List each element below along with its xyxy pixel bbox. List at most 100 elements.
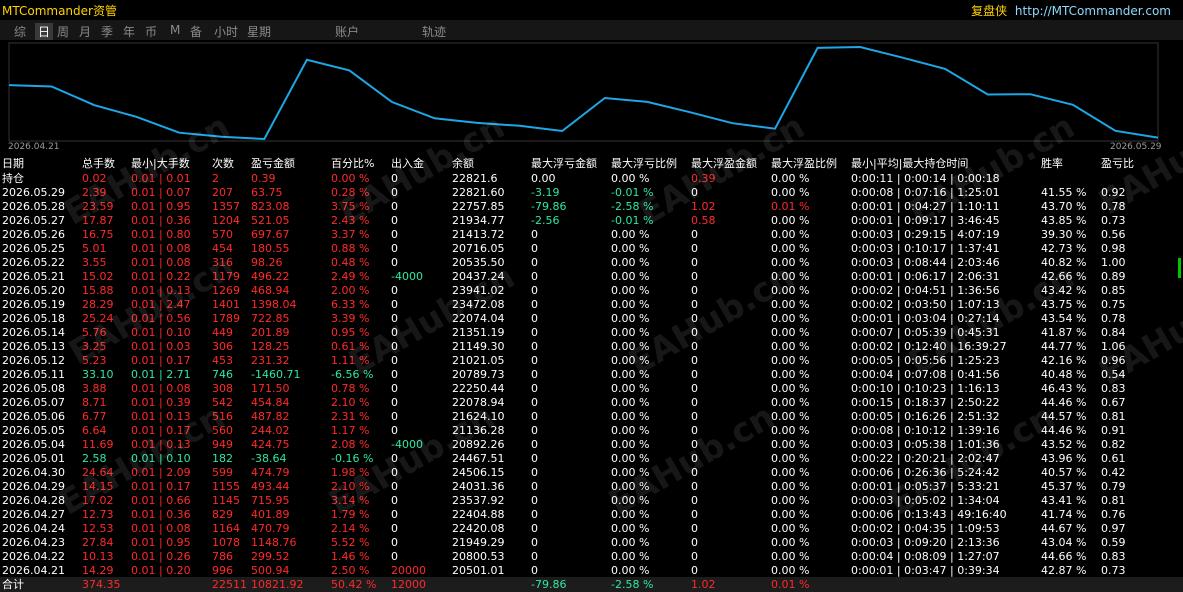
cell-max_flp: 0.00 % xyxy=(611,536,650,549)
cell-date: 持仓 xyxy=(2,172,24,185)
tab-5[interactable]: 年 xyxy=(123,23,135,40)
table-row[interactable]: 2026.05.11 33.10 0.01 | 2.71 746 -1460.71 -6.… xyxy=(0,368,1183,382)
cell-date: 2026.04.22 xyxy=(2,550,65,563)
cell-max_fl: 0 xyxy=(531,256,538,269)
column-header[interactable]: 最大浮亏金额 xyxy=(531,156,597,172)
cell-balance: 21136.28 xyxy=(452,424,505,437)
column-header[interactable]: 次数 xyxy=(212,156,234,172)
column-header[interactable]: 盈亏金额 xyxy=(251,156,295,172)
table-row[interactable]: 2026.05.07 8.71 0.01 | 0.39 542 454.84 2.10 %… xyxy=(0,396,1183,410)
cell-pnl: 823.08 xyxy=(251,200,290,213)
cell-max_flp: 0.00 % xyxy=(611,284,650,297)
table-row[interactable]: 2026.05.25 5.01 0.01 | 0.08 454 180.55 0.88 %… xyxy=(0,242,1183,256)
tab-3[interactable]: 月 xyxy=(79,23,91,40)
table-row[interactable]: 2026.04.24 12.53 0.01 | 0.08 1164 470.79 2.14… xyxy=(0,522,1183,536)
cell-pct: 3.14 % xyxy=(331,494,370,507)
table-row[interactable]: 2026.04.22 10.13 0.01 | 0.26 786 299.52 1.46 … xyxy=(0,550,1183,564)
column-header[interactable]: 最小|大手数 xyxy=(131,156,190,172)
equity-line xyxy=(8,45,1159,141)
cell-balance: 21149.30 xyxy=(452,340,505,353)
cell-minmax: 0.01 | 2.71 xyxy=(131,368,191,381)
table-row[interactable]: 2026.04.23 27.84 0.01 | 0.95 1078 1148.76 5.5… xyxy=(0,536,1183,550)
column-header[interactable]: 出入金 xyxy=(391,156,424,172)
tab-10[interactable]: 星期 xyxy=(247,23,271,40)
cell-count: 516 xyxy=(212,410,233,423)
cell-flow: 0 xyxy=(391,172,398,185)
cell-max_fp: 0 xyxy=(691,242,698,255)
table-row[interactable]: 2026.04.30 24.64 0.01 | 2.09 599 474.79 1.98 … xyxy=(0,466,1183,480)
cell-lots: 3.88 xyxy=(82,382,107,395)
total-row[interactable]: 合计 374.35 22511 10821.92 50.42 % 12000 -79.86 -… xyxy=(0,577,1183,592)
table-row[interactable]: 2026.05.22 3.55 0.01 | 0.08 316 98.26 0.48 % 0… xyxy=(0,256,1183,270)
cell-flow: 12000 xyxy=(391,578,426,591)
tab-8[interactable]: 备 xyxy=(190,23,202,40)
cell-date: 2026.04.30 xyxy=(2,466,65,479)
column-header[interactable]: 最大浮盈比例 xyxy=(771,156,837,172)
cell-max_fl: -79.86 xyxy=(531,578,567,591)
cell-max_fp: 0 xyxy=(691,354,698,367)
cell-minmax: 0.01 | 0.08 xyxy=(131,382,191,395)
cell-lots: 2.39 xyxy=(82,186,107,199)
table-row[interactable]: 2026.05.20 15.88 0.01 | 0.13 1269 468.94 2.00… xyxy=(0,284,1183,298)
tab-6[interactable]: 币 xyxy=(145,23,157,40)
column-header[interactable]: 余额 xyxy=(452,156,474,172)
tab-11[interactable]: 账户 xyxy=(335,23,359,40)
column-header[interactable]: 日期 xyxy=(2,156,24,172)
cell-ratio: 0.78 xyxy=(1101,200,1126,213)
table-row[interactable]: 2026.05.04 11.69 0.01 | 0.13 949 424.75 2.08 … xyxy=(0,438,1183,452)
table-row[interactable]: 2026.05.26 16.75 0.01 | 0.80 570 697.67 3.37 … xyxy=(0,228,1183,242)
table-row[interactable]: 2026.04.29 14.15 0.01 | 0.17 1155 493.44 2.10… xyxy=(0,480,1183,494)
table-row[interactable]: 2026.05.05 6.64 0.01 | 0.17 560 244.02 1.17 %… xyxy=(0,424,1183,438)
table-row[interactable]: 2026.05.27 17.87 0.01 | 0.36 1204 521.05 2.43… xyxy=(0,214,1183,228)
column-header[interactable]: 胜率 xyxy=(1041,156,1063,172)
column-header[interactable]: 百分比% xyxy=(331,156,374,172)
cell-balance: 20437.24 xyxy=(452,270,505,283)
cell-minmax: 0.01 | 0.20 xyxy=(131,564,191,577)
cell-date: 2026.05.05 xyxy=(2,424,65,437)
table-row[interactable]: 2026.05.06 6.77 0.01 | 0.13 516 487.82 2.31 %… xyxy=(0,410,1183,424)
cell-max_fl: 0 xyxy=(531,424,538,437)
table-row[interactable]: 2026.05.01 2.58 0.01 | 0.10 182 -38.64 -0.16 … xyxy=(0,452,1183,466)
tab-9[interactable]: 小时 xyxy=(214,23,238,40)
cell-lots: 374.35 xyxy=(82,578,121,591)
tab-4[interactable]: 季 xyxy=(101,23,113,40)
table-row[interactable]: 2026.05.18 25.24 0.01 | 0.56 1789 722.85 3.39… xyxy=(0,312,1183,326)
cell-ratio: 0.98 xyxy=(1101,242,1126,255)
cell-pct: 3.75 % xyxy=(331,200,370,213)
table-row[interactable]: 2026.05.14 5.76 0.01 | 0.10 449 201.89 0.95 %… xyxy=(0,326,1183,340)
table-row[interactable]: 2026.05.29 2.39 0.01 | 0.07 207 63.75 0.28 % 0… xyxy=(0,186,1183,200)
tab-0[interactable]: 综 xyxy=(14,23,26,40)
cell-minmax: 0.01 | 0.10 xyxy=(131,326,191,339)
table-row[interactable]: 2026.05.21 15.02 0.01 | 0.22 1179 496.22 2.49… xyxy=(0,270,1183,284)
table-row[interactable]: 2026.05.13 3.25 0.01 | 0.03 306 128.25 0.61 %… xyxy=(0,340,1183,354)
table-row[interactable]: 2026.05.28 23.59 0.01 | 0.95 1357 823.08 3.75… xyxy=(0,200,1183,214)
cell-pnl: -1460.71 xyxy=(251,368,301,381)
table-row[interactable]: 2026.05.19 28.29 0.01 | 2.47 1401 1398.04 6.3… xyxy=(0,298,1183,312)
table-row[interactable]: 2026.04.28 17.02 0.01 | 0.66 1145 715.95 3.14… xyxy=(0,494,1183,508)
title-bar: MTCommander资管 复盘侠 http://MTCommander.com xyxy=(0,0,1183,20)
tab-1[interactable]: 日 xyxy=(35,23,54,40)
chart-frame xyxy=(8,42,1159,142)
tab-2[interactable]: 周 xyxy=(57,23,69,40)
column-header[interactable]: 总手数 xyxy=(82,156,115,172)
table-row[interactable]: 2026.04.21 14.29 0.01 | 0.20 996 500.94 2.50 … xyxy=(0,564,1183,578)
cell-hold: 0:00:01 | 0:03:47 | 0:39:34 xyxy=(851,564,1000,577)
cell-count: 1357 xyxy=(212,200,240,213)
column-header[interactable]: 最大浮盈金额 xyxy=(691,156,757,172)
column-header[interactable]: 最小|平均|最大持仓时间 xyxy=(851,156,968,172)
tab-7[interactable]: M xyxy=(170,23,180,37)
table-row[interactable]: 持仓 0.02 0.01 | 0.01 2 0.39 0.00 % 0 22821.6 0.00… xyxy=(0,172,1183,186)
cell-pnl: 424.75 xyxy=(251,438,290,451)
cell-ratio: 0.67 xyxy=(1101,396,1126,409)
table-row[interactable]: 2026.04.27 12.73 0.01 | 0.36 829 401.89 1.79 … xyxy=(0,508,1183,522)
brand-url-link[interactable]: http://MTCommander.com xyxy=(1015,4,1171,18)
cell-minmax: 0.01 | 0.36 xyxy=(131,214,191,227)
cell-lots: 6.64 xyxy=(82,424,107,437)
table-row[interactable]: 2026.05.08 3.88 0.01 | 0.08 308 171.50 0.78 %… xyxy=(0,382,1183,396)
tab-12[interactable]: 轨迹 xyxy=(422,23,446,40)
cell-flow: 0 xyxy=(391,186,398,199)
column-header[interactable]: 最大浮亏比例 xyxy=(611,156,677,172)
column-header[interactable]: 盈亏比 xyxy=(1101,156,1134,172)
cell-max_fpp: 0.01 % xyxy=(771,200,810,213)
table-row[interactable]: 2026.05.12 5.23 0.01 | 0.17 453 231.32 1.11 %… xyxy=(0,354,1183,368)
